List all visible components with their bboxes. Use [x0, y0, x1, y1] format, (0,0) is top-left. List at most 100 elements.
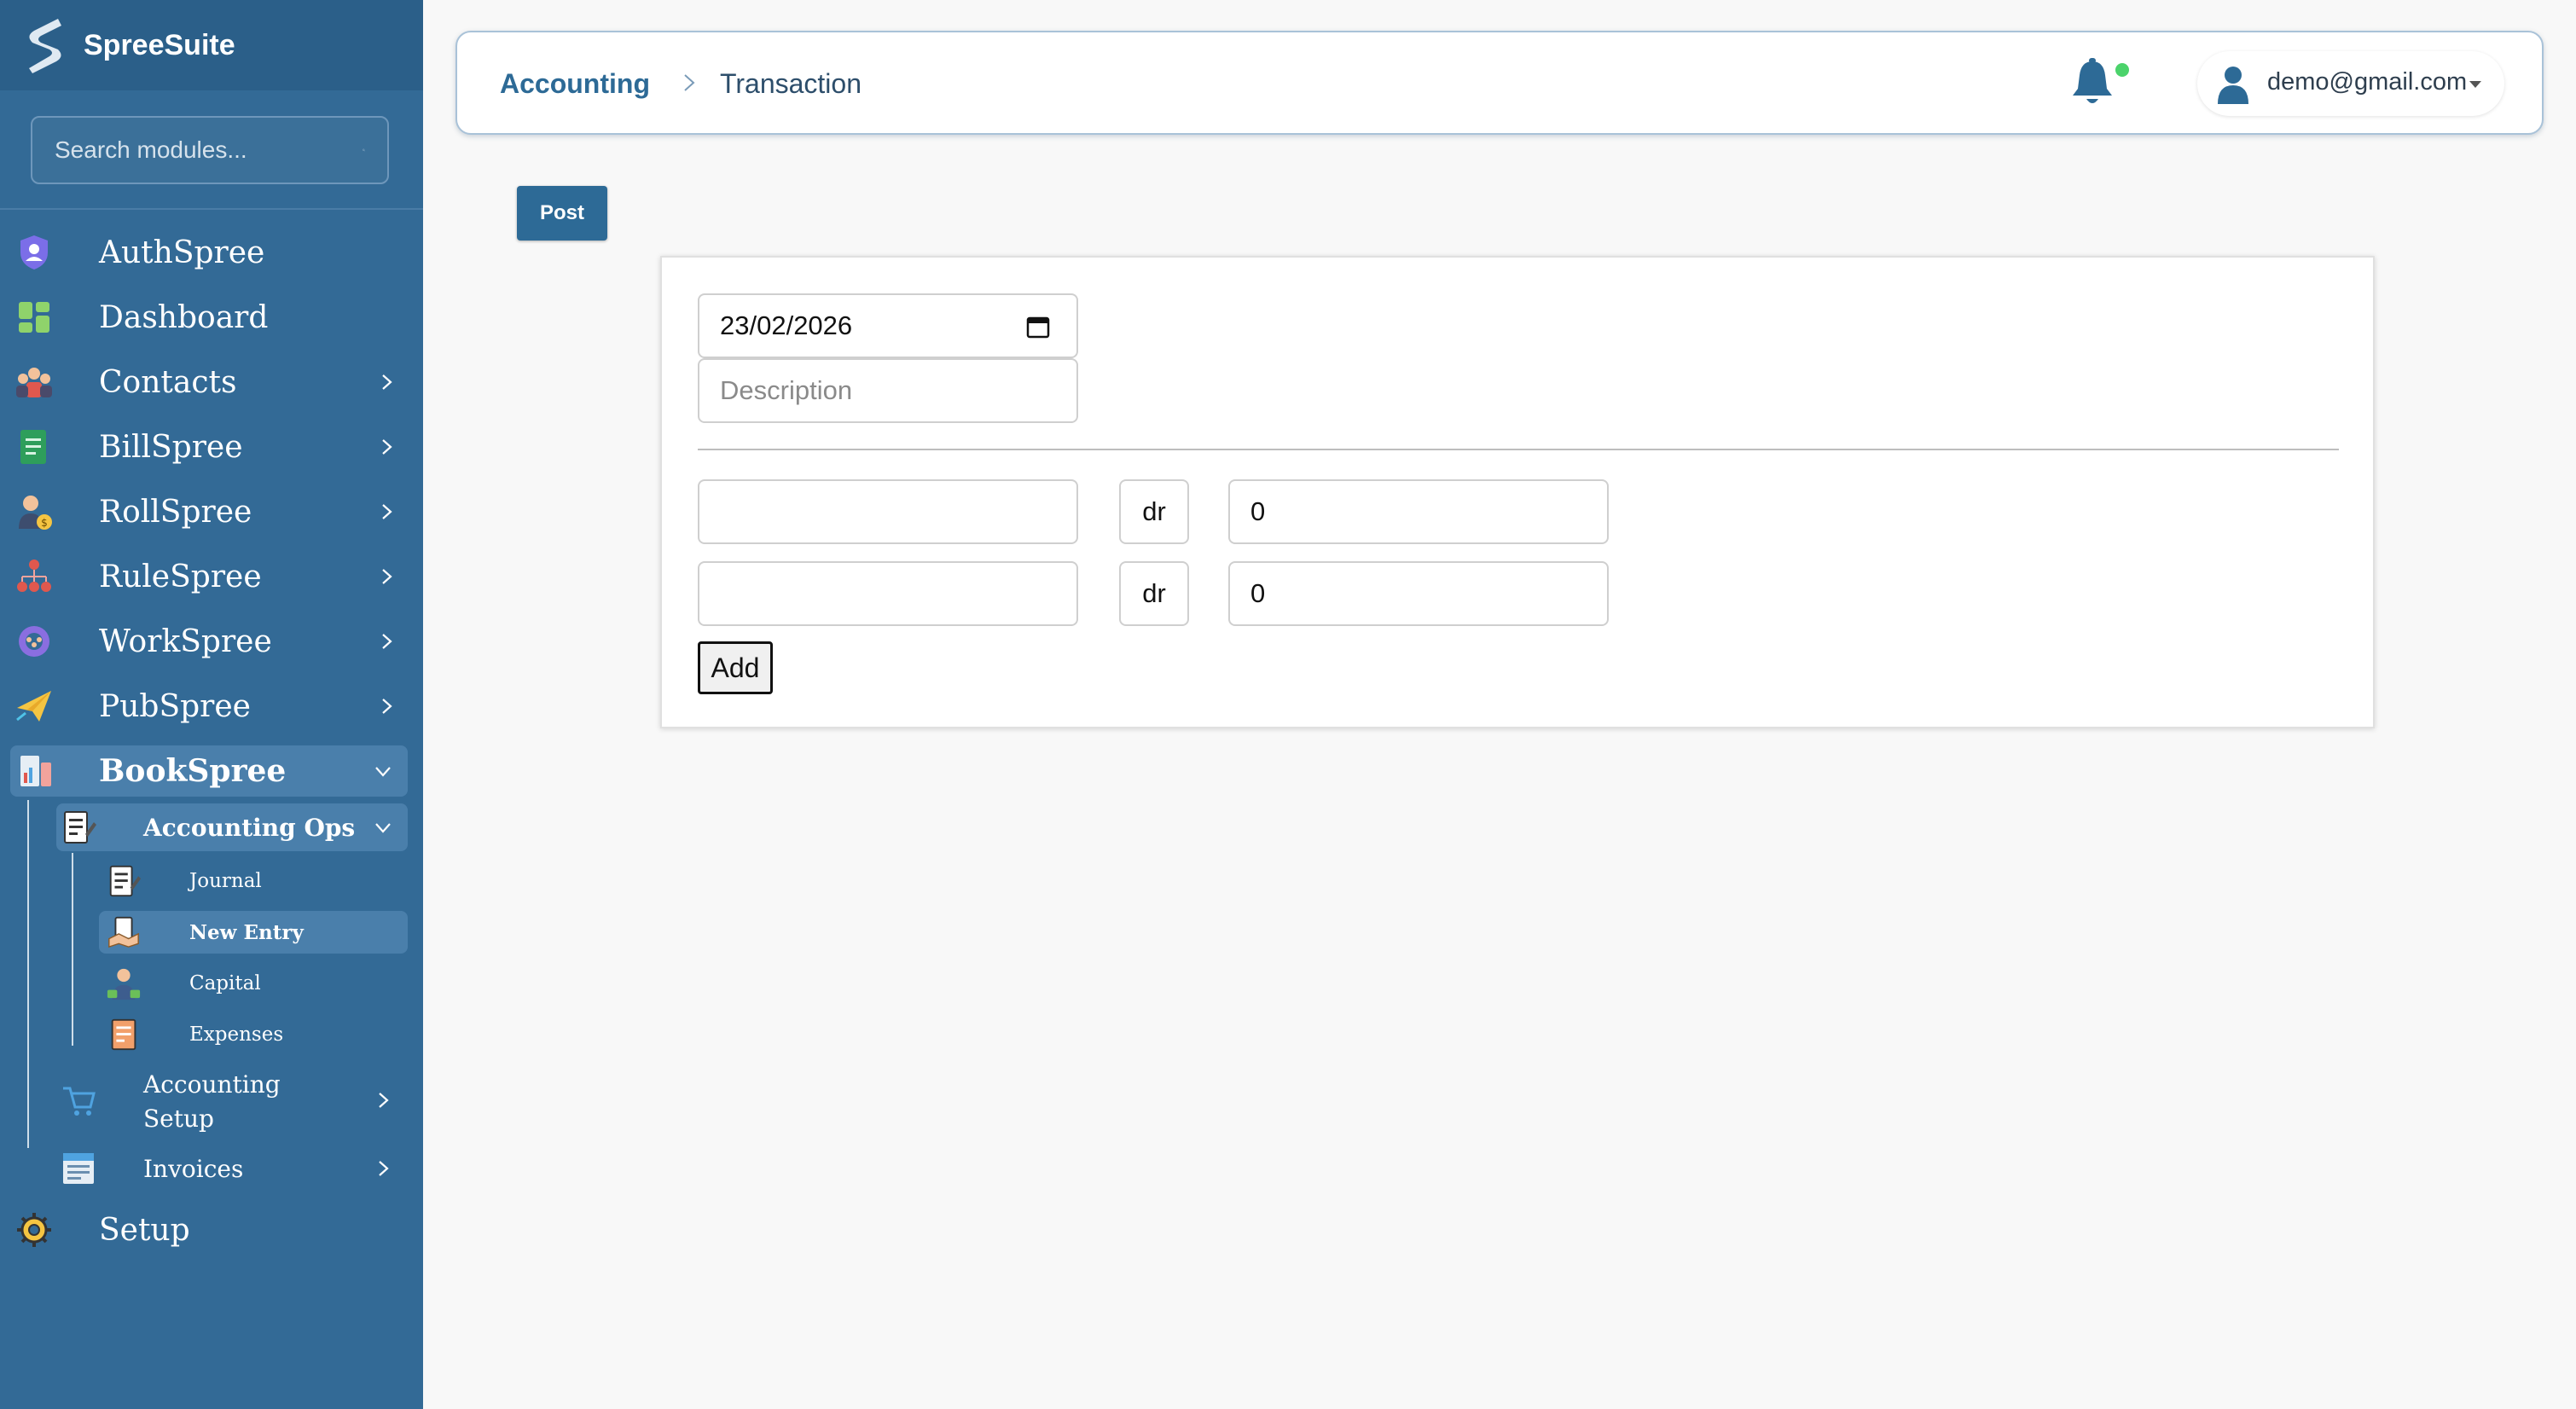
sidebar-item-accounting-setup[interactable]: Accounting Setup	[56, 1064, 408, 1136]
line-account-field[interactable]	[698, 561, 1078, 626]
sidebar-item-contacts[interactable]: Contacts	[0, 357, 423, 408]
search-icon[interactable]	[363, 137, 365, 163]
journal-icon	[109, 865, 142, 897]
sidebar-item-invoices[interactable]: Invoices	[56, 1145, 408, 1192]
chevron-right-icon	[382, 569, 392, 584]
chevron-right-icon	[382, 699, 392, 714]
chevron-down-icon	[375, 767, 391, 777]
tree-line	[27, 800, 29, 1148]
sidebar-item-label: Invoices	[143, 1154, 244, 1183]
sidebar-item-label: PubSpree	[99, 688, 251, 724]
sidebar-item-label: Dashboard	[99, 299, 269, 335]
breadcrumb-current: Transaction	[720, 68, 862, 99]
search-input[interactable]	[55, 136, 363, 164]
chevron-right-icon	[379, 1161, 389, 1176]
sidebar-item-rollspree[interactable]: $ RollSpree	[0, 486, 423, 537]
caret-down-icon	[2469, 81, 2481, 88]
chevron-right-icon	[684, 74, 695, 91]
line-amount-field[interactable]: 0	[1228, 561, 1609, 626]
sidebar-item-label: BillSpree	[99, 429, 243, 465]
sidebar-item-billspree[interactable]: BillSpree	[0, 421, 423, 473]
handshake-entry-icon	[108, 916, 139, 948]
user-menu[interactable]: demo@gmail.com	[2197, 51, 2504, 116]
line-side-toggle[interactable]: dr	[1119, 479, 1189, 544]
dashboard-grid-icon	[19, 302, 49, 333]
chevron-down-icon	[375, 823, 391, 833]
chevron-right-icon	[382, 504, 392, 519]
line-amount-value: 0	[1250, 496, 1266, 526]
sidebar: SpreeSuite AuthSpree	[0, 0, 423, 1409]
line-amount-field[interactable]: 0	[1228, 479, 1609, 544]
add-line-button[interactable]: Add	[698, 641, 773, 694]
transaction-form-card: 23/02/2026 dr 0 dr 0 Add	[660, 256, 2375, 728]
sidebar-item-expenses[interactable]: Expenses	[99, 1013, 408, 1056]
svg-text:$: $	[41, 517, 48, 529]
shield-user-icon	[20, 235, 48, 270]
sidebar-item-label: RuleSpree	[99, 559, 262, 594]
post-button[interactable]: Post	[517, 186, 607, 241]
sidebar-item-label: Capital	[189, 972, 261, 994]
sidebar-item-setup[interactable]: Setup	[0, 1204, 423, 1255]
sidebar-item-label-line2: Setup	[143, 1105, 214, 1133]
sidebar-item-label: BookSpree	[99, 753, 287, 789]
sidebar-item-workspree[interactable]: WorkSpree	[0, 616, 423, 667]
line-side-toggle[interactable]: dr	[1119, 561, 1189, 626]
sidebar-item-authspree[interactable]: AuthSpree	[0, 227, 423, 278]
contacts-people-icon	[16, 368, 52, 397]
sidebar-item-rulespree[interactable]: RuleSpree	[0, 551, 423, 602]
search-box	[31, 116, 389, 184]
sidebar-item-label: New Entry	[189, 920, 304, 944]
sidebar-item-label: Expenses	[189, 1023, 284, 1046]
search-container	[0, 90, 423, 210]
sidebar-item-capital[interactable]: Capital	[99, 962, 408, 1005]
notification-bell-icon[interactable]	[2066, 56, 2119, 109]
chevron-right-icon	[379, 1093, 389, 1108]
brand-name: SpreeSuite	[84, 28, 235, 61]
invoice-icon	[63, 1153, 94, 1184]
sidebar-item-label: RollSpree	[99, 494, 252, 530]
spreesuite-logo-icon	[29, 19, 61, 73]
brand: SpreeSuite	[0, 0, 423, 90]
sidebar-item-dashboard[interactable]: Dashboard	[0, 292, 423, 343]
description-field-wrapper	[698, 358, 1078, 423]
cart-setup-icon	[63, 1087, 96, 1116]
line-account-input[interactable]	[720, 496, 1056, 527]
line-amount-value: 0	[1250, 578, 1266, 608]
chevron-right-icon	[382, 374, 392, 390]
bill-document-icon	[20, 430, 46, 464]
ledger-pencil-icon	[64, 811, 96, 844]
chevron-right-icon	[382, 439, 392, 455]
calendar-icon[interactable]	[1025, 314, 1051, 339]
sidebar-item-label: Setup	[99, 1212, 190, 1248]
sidebar-item-pubspree[interactable]: PubSpree	[0, 681, 423, 732]
org-chart-icon	[17, 560, 51, 592]
user-email: demo@gmail.com	[2267, 68, 2468, 96]
sidebar-item-bookspree[interactable]: BookSpree	[10, 745, 408, 797]
chevron-right-icon	[382, 634, 392, 649]
payroll-person-icon: $	[19, 496, 52, 530]
businessman-money-icon	[107, 968, 141, 1000]
sidebar-item-label: Contacts	[99, 364, 237, 400]
sidebar-item-label: AuthSpree	[99, 235, 265, 270]
line-account-field[interactable]	[698, 479, 1078, 544]
breadcrumb-root[interactable]: Accounting	[500, 68, 650, 100]
notification-dot	[2115, 63, 2129, 77]
books-chart-icon	[20, 756, 51, 786]
sidebar-item-label: Accounting Ops	[143, 813, 356, 842]
top-header: Accounting Transaction demo@gmail.com	[455, 31, 2544, 135]
tree-line	[72, 853, 73, 1046]
date-field[interactable]: 23/02/2026	[698, 293, 1078, 358]
sidebar-item-new-entry[interactable]: New Entry	[99, 911, 408, 954]
sidebar-item-journal[interactable]: Journal	[99, 860, 408, 902]
sidebar-item-label: WorkSpree	[99, 623, 272, 659]
sidebar-item-accounting-ops[interactable]: Accounting Ops	[56, 803, 408, 851]
receipt-icon	[111, 1018, 136, 1051]
sidebar-item-label: Journal	[189, 870, 262, 892]
description-field[interactable]	[720, 375, 1056, 406]
date-value: 23/02/2026	[720, 310, 853, 340]
line-account-input[interactable]	[720, 578, 1056, 609]
user-icon	[2218, 67, 2248, 104]
paper-plane-icon	[16, 691, 51, 722]
section-divider	[698, 449, 2339, 450]
team-gear-icon	[19, 626, 49, 657]
